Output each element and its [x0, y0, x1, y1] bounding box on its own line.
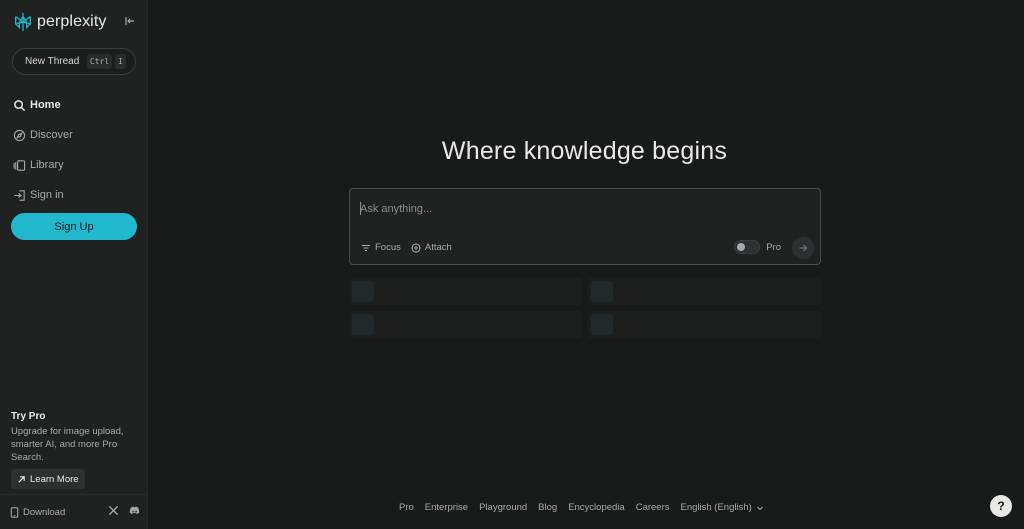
- sidebar-nav: Home Discover Library Sign in: [13, 90, 137, 210]
- search-input[interactable]: [360, 200, 800, 218]
- collapse-sidebar-icon[interactable]: [123, 14, 137, 28]
- arrow-right-icon: [799, 244, 808, 252]
- sidebar-item-label: Sign in: [30, 189, 64, 201]
- search-icon: [14, 99, 26, 111]
- help-button[interactable]: ?: [990, 495, 1012, 517]
- sidebar: perplexity New Thread Ctrl I Home Discov…: [0, 0, 148, 529]
- new-thread-button[interactable]: New Thread Ctrl I: [12, 48, 136, 75]
- pro-switch[interactable]: [734, 240, 761, 254]
- sidebar-item-discover[interactable]: Discover: [13, 120, 137, 150]
- perplexity-logo-icon: [15, 12, 31, 32]
- ask-tools: Focus Attach: [361, 242, 452, 253]
- download-label: Download: [23, 506, 66, 518]
- sidebar-item-library[interactable]: Library: [13, 150, 137, 180]
- suggestion-thumbnail: [352, 281, 374, 302]
- main-content: Where knowledge begins Focus Attach: [149, 0, 1024, 529]
- pro-toggle[interactable]: Pro: [734, 240, 781, 254]
- footer-link-blog[interactable]: Blog: [538, 502, 557, 513]
- attach-button[interactable]: Attach: [411, 242, 452, 253]
- submit-button[interactable]: [792, 237, 814, 259]
- sidebar-item-label: Discover: [30, 129, 73, 141]
- sidebar-item-sign-in[interactable]: Sign in: [13, 180, 137, 210]
- discord-icon[interactable]: [129, 505, 140, 516]
- try-pro-card: Try Pro Upgrade for image upload, smarte…: [11, 411, 141, 489]
- plus-circle-icon: [411, 242, 421, 253]
- filter-icon: [362, 244, 370, 251]
- page-title: Where knowledge begins: [441, 137, 728, 165]
- suggestion-card[interactable]: [349, 311, 582, 338]
- arrow-up-right-icon: [18, 475, 25, 483]
- suggestion-thumbnail: [591, 281, 613, 302]
- suggestion-card[interactable]: [588, 278, 821, 305]
- footer-link-pro[interactable]: Pro: [399, 502, 414, 513]
- footer-link-encyclopedia[interactable]: Encyclopedia: [568, 502, 625, 513]
- try-pro-title: Try Pro: [11, 411, 46, 422]
- x-twitter-icon[interactable]: [108, 505, 119, 516]
- try-pro-description: Upgrade for image upload, smarter AI, an…: [11, 426, 124, 463]
- logo[interactable]: perplexity: [12, 10, 140, 34]
- phone-icon: [10, 506, 19, 518]
- learn-more-label: Learn More: [30, 473, 79, 485]
- suggestion-card[interactable]: [349, 278, 582, 305]
- focus-label: Focus: [375, 242, 401, 253]
- shortcut-key-ctrl: Ctrl: [86, 54, 113, 69]
- pro-switch-knob: [737, 243, 746, 251]
- text-caret: [360, 202, 361, 215]
- footer-links: Pro Enterprise Playground Blog Encyclope…: [399, 502, 764, 513]
- library-icon: [13, 159, 26, 171]
- ask-box: Focus Attach Pro: [349, 188, 821, 265]
- brand-name: perplexity: [37, 13, 107, 30]
- attach-label: Attach: [424, 242, 452, 253]
- social-links: [108, 505, 140, 516]
- download-link[interactable]: Download: [10, 507, 65, 518]
- learn-more-button[interactable]: Learn More: [11, 469, 85, 489]
- suggestion-thumbnail: [591, 314, 613, 335]
- footer-link-enterprise[interactable]: Enterprise: [425, 502, 468, 513]
- focus-button[interactable]: Focus: [361, 242, 401, 253]
- sidebar-item-label: Home: [30, 99, 61, 111]
- sidebar-item-label: Library: [30, 159, 64, 171]
- sidebar-footer: Download: [0, 494, 148, 529]
- compass-icon: [13, 129, 26, 141]
- sign-up-button[interactable]: Sign Up: [11, 213, 137, 240]
- language-selector[interactable]: English (English): [681, 502, 764, 513]
- suggestion-card[interactable]: [588, 311, 821, 338]
- shortcut-key-i: I: [115, 54, 126, 69]
- suggestion-grid: [349, 278, 821, 338]
- app-root: perplexity New Thread Ctrl I Home Discov…: [0, 0, 1024, 529]
- sign-in-icon: [14, 189, 25, 201]
- footer-link-careers[interactable]: Careers: [636, 502, 670, 513]
- suggestion-thumbnail: [352, 314, 374, 335]
- language-label: English (English): [680, 502, 752, 513]
- new-thread-label: New Thread: [25, 56, 80, 67]
- pro-label: Pro: [766, 241, 781, 253]
- chevron-down-icon: [756, 506, 763, 510]
- footer-link-playground[interactable]: Playground: [479, 502, 527, 513]
- sidebar-item-home[interactable]: Home: [13, 90, 137, 120]
- shortcut-keys: Ctrl I: [86, 54, 126, 69]
